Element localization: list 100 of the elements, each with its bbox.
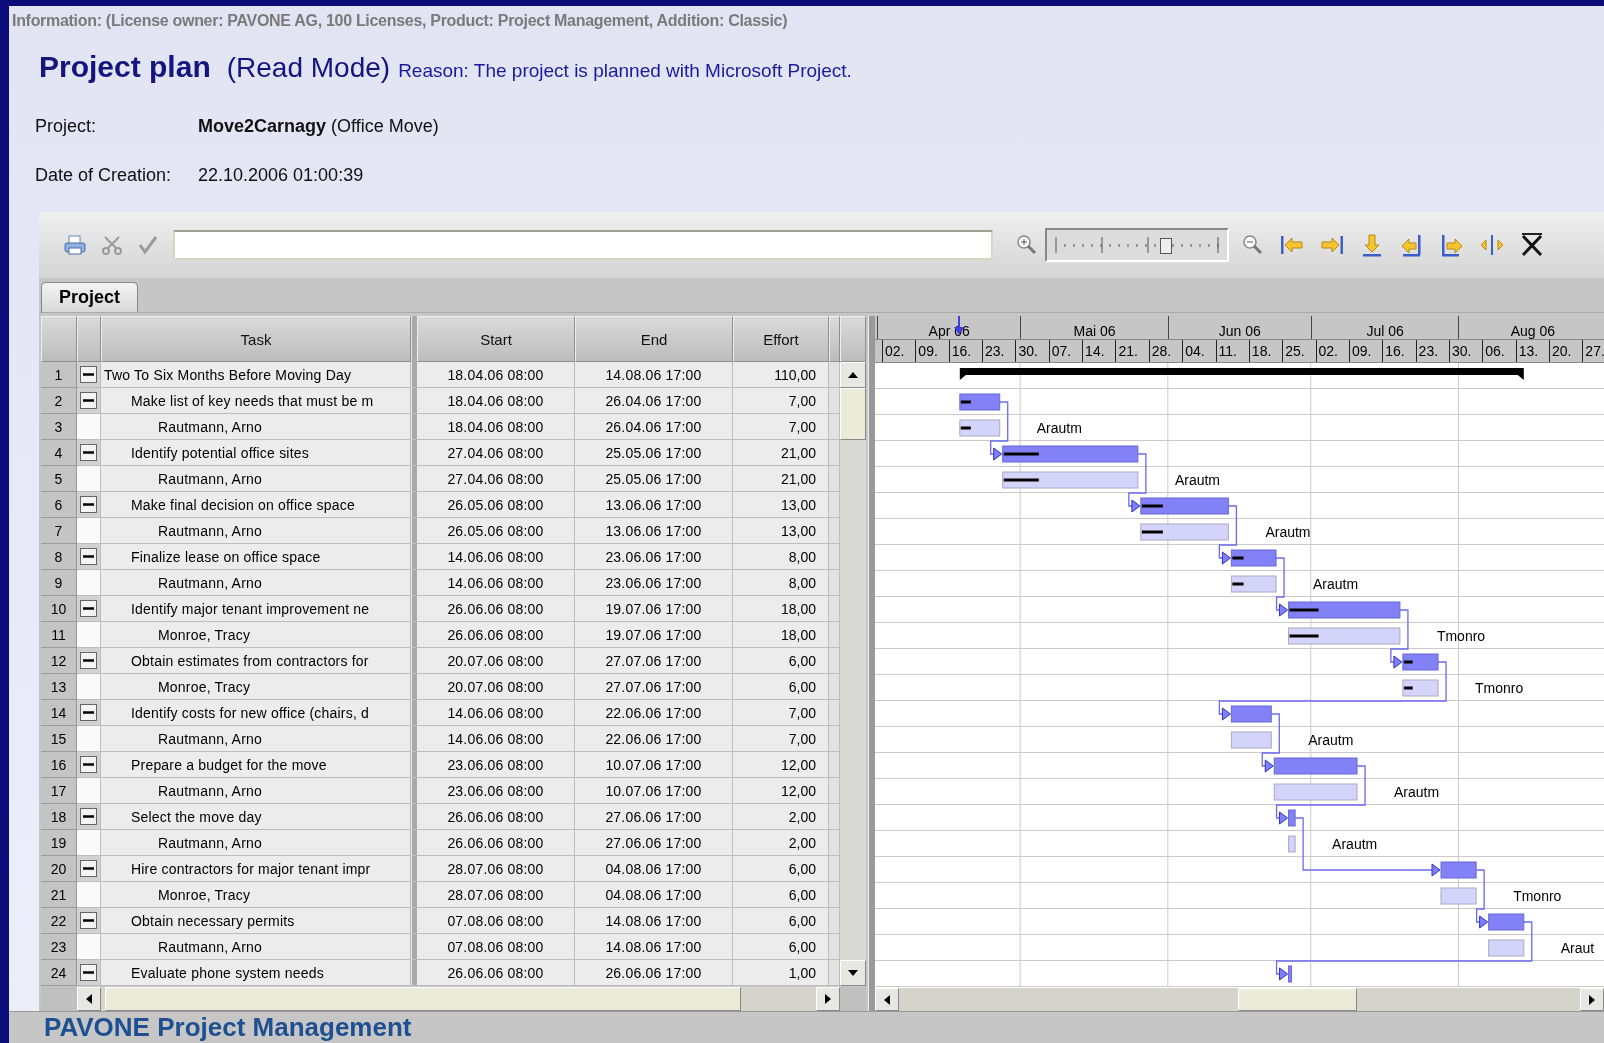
column-splitter[interactable] xyxy=(411,622,417,648)
collapse-icon[interactable] xyxy=(80,392,97,409)
column-header[interactable]: End xyxy=(575,316,733,362)
scroll-down-button[interactable] xyxy=(840,960,866,986)
toolbar-input-field[interactable] xyxy=(173,230,993,260)
collapse-icon[interactable] xyxy=(80,756,97,773)
column-header[interactable]: Effort xyxy=(733,316,829,362)
left-arrow-icon xyxy=(884,994,890,1005)
scroll-up-button[interactable] xyxy=(840,362,866,388)
column-splitter[interactable] xyxy=(411,492,417,518)
scroll-thumb[interactable] xyxy=(1238,988,1357,1011)
week-label: 04. xyxy=(1182,340,1205,362)
scroll-left-button[interactable] xyxy=(77,987,101,1011)
column-splitter[interactable] xyxy=(411,466,417,492)
horizontal-scrollbar[interactable] xyxy=(875,988,1604,1011)
slider-thumb[interactable] xyxy=(1160,238,1173,254)
column-splitter[interactable] xyxy=(411,934,417,960)
collapse-icon[interactable] xyxy=(80,444,97,461)
left-arrow-icon xyxy=(86,994,92,1004)
table-cell xyxy=(829,804,840,830)
column-splitter[interactable] xyxy=(411,362,417,388)
date-cell: 27.04.06 08:00 xyxy=(417,466,575,492)
license-info: Information: (License owner: PAVONE AG, 100 Licenses, Product: Project Management, Addition: Classic) xyxy=(11,11,789,31)
column-header[interactable]: Task xyxy=(101,316,411,362)
check-icon[interactable] xyxy=(137,234,159,256)
column-splitter[interactable] xyxy=(411,700,417,726)
column-splitter[interactable] xyxy=(411,544,417,570)
week-label: 20. xyxy=(1549,340,1572,362)
scroll-right-button[interactable] xyxy=(1580,988,1604,1011)
zoom-out-icon[interactable] xyxy=(1241,233,1265,257)
column-splitter[interactable] xyxy=(411,440,417,466)
collapse-icon[interactable] xyxy=(80,366,97,383)
column-splitter[interactable] xyxy=(411,414,417,440)
printer-icon[interactable] xyxy=(63,234,87,256)
header-cell xyxy=(840,316,866,362)
dependency-arrow xyxy=(990,401,1009,461)
week-label: 02. xyxy=(1315,340,1338,362)
scroll-thumb[interactable] xyxy=(105,987,741,1011)
month-label: Jun 06 xyxy=(1167,316,1311,339)
task-name: Identify costs for new office (chairs, d xyxy=(131,704,370,721)
column-splitter[interactable] xyxy=(411,830,417,856)
row-number: 22 xyxy=(41,908,77,934)
date-cell: 26.06.06 08:00 xyxy=(417,622,575,648)
week-label: 23. xyxy=(982,340,1005,362)
right-arrow-icon xyxy=(1589,994,1595,1005)
scroll-right-button[interactable] xyxy=(816,987,840,1011)
split-icon[interactable] xyxy=(1479,233,1505,257)
column-header[interactable]: Start xyxy=(417,316,575,362)
column-splitter[interactable] xyxy=(411,778,417,804)
table-cell xyxy=(829,648,840,674)
page-title: Project plan xyxy=(39,50,211,84)
resource-label: Tmonro xyxy=(1436,628,1486,644)
task-name: Select the move day xyxy=(131,808,262,825)
table-cell xyxy=(829,596,840,622)
collapse-icon[interactable] xyxy=(80,496,97,513)
column-splitter[interactable] xyxy=(411,882,417,908)
collapse-icon[interactable] xyxy=(80,600,97,617)
indent-icon[interactable] xyxy=(1439,232,1465,258)
row-number: 7 xyxy=(41,518,77,544)
effort-cell: 13,00 xyxy=(733,492,829,518)
date-cell: 26.06.06 08:00 xyxy=(417,960,575,986)
scroll-left-button[interactable] xyxy=(875,988,899,1011)
column-splitter[interactable] xyxy=(411,388,417,414)
close-icon[interactable] xyxy=(1519,232,1545,258)
scroll-thumb[interactable] xyxy=(840,388,866,440)
left-arrow-icon[interactable] xyxy=(1279,233,1305,257)
horizontal-scrollbar[interactable] xyxy=(77,987,840,1011)
effort-cell: 6,00 xyxy=(733,674,829,700)
column-splitter[interactable] xyxy=(411,908,417,934)
zoom-in-icon[interactable] xyxy=(1015,233,1039,257)
column-splitter[interactable] xyxy=(411,856,417,882)
column-splitter[interactable] xyxy=(411,752,417,778)
row-number: 11 xyxy=(41,622,77,648)
column-splitter[interactable] xyxy=(411,674,417,700)
task-name: Rautmann, Arno xyxy=(158,782,262,799)
column-splitter[interactable] xyxy=(411,648,417,674)
column-splitter[interactable] xyxy=(411,596,417,622)
column-splitter[interactable] xyxy=(411,726,417,752)
right-arrow-icon[interactable] xyxy=(1319,233,1345,257)
table-cell xyxy=(829,882,840,908)
project-tab[interactable]: Project xyxy=(41,282,138,312)
zoom-slider[interactable] xyxy=(1045,228,1229,262)
collapse-icon[interactable] xyxy=(80,860,97,877)
collapse-icon[interactable] xyxy=(80,652,97,669)
column-splitter[interactable] xyxy=(411,570,417,596)
row-number: 18 xyxy=(41,804,77,830)
collapse-icon[interactable] xyxy=(80,808,97,825)
mode-reason: Reason: The project is planned with Microsoft Project. xyxy=(398,60,852,82)
vertical-scrollbar[interactable] xyxy=(840,362,866,986)
column-splitter[interactable] xyxy=(411,960,417,986)
week-label: 16. xyxy=(1382,340,1405,362)
column-splitter[interactable] xyxy=(411,518,417,544)
effort-cell: 8,00 xyxy=(733,570,829,596)
scissors-icon[interactable] xyxy=(101,234,123,256)
collapse-icon[interactable] xyxy=(80,964,97,981)
column-splitter[interactable] xyxy=(411,804,417,830)
collapse-icon[interactable] xyxy=(80,704,97,721)
collapse-icon[interactable] xyxy=(80,548,97,565)
collapse-icon[interactable] xyxy=(80,912,97,929)
week-label: 18. xyxy=(1248,340,1272,362)
